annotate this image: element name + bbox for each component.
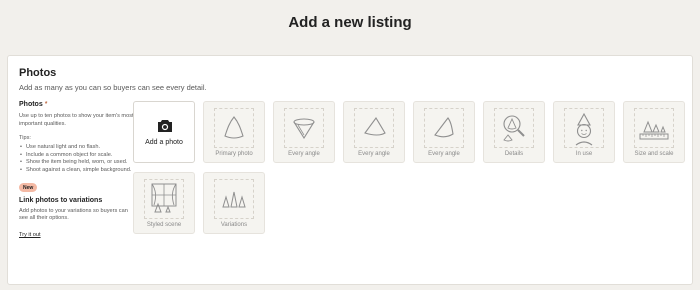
try-it-out-link[interactable]: Try it out [19,232,41,238]
person-icon [575,112,593,146]
slot-label: Size and scale [634,151,674,157]
section-title: Photos [19,67,57,79]
slot-label: Details [504,151,524,157]
tips-list: Use natural light and no flash. Include … [19,144,134,174]
slot-label: In use [575,151,593,157]
photo-slot-in-use[interactable]: In use [553,101,615,163]
photo-slot-styled-scene[interactable]: Styled scene [133,172,195,234]
photo-slot-every-angle-1[interactable]: Every angle [273,101,335,163]
photo-slot-details[interactable]: Details [483,101,545,163]
tip-item: Use natural light and no flash. [19,144,134,152]
tips-label: Tips: [19,135,31,142]
camera-icon [158,120,172,132]
slot-label: Styled scene [146,222,182,228]
new-badge: New [19,183,38,193]
add-photo-label: Add a photo [145,139,183,146]
photo-slot-size-and-scale[interactable]: Size and scale [623,101,685,163]
section-subtitle: Add as many as you can so buyers can see… [19,83,207,92]
photos-label: Photos * [19,101,134,108]
required-mark: * [44,101,48,108]
photo-slot-variations[interactable]: Variations [203,172,265,234]
slot-label: Every angle [358,151,390,157]
cone-side-icon [364,117,386,136]
variations-icon [222,191,246,208]
add-photo-button[interactable]: Add a photo [133,101,195,163]
tip-item: Show the item being held, worn, or used. [19,159,134,167]
tip-item: Shoot against a clean, simple background… [19,167,134,175]
photos-card: Photos Add as many as you can so buyers … [7,55,693,285]
photo-slot-primary[interactable]: Primary photo [203,101,265,163]
ruler-icon [639,120,669,140]
photos-help-column: Photos * Use up to ten photos to show yo… [19,101,134,241]
slot-label: Every angle [428,151,460,157]
slot-label: Variations [220,222,248,228]
photos-label-text: Photos [19,101,43,108]
link-variations-title: Link photos to variations [19,196,103,204]
photo-slot-every-angle-2[interactable]: Every angle [343,101,405,163]
cone-back-icon [434,117,454,138]
cone-icon [224,116,244,139]
page-title: Add a new listing [288,14,412,31]
slot-label: Every angle [288,151,320,157]
photo-slot-every-angle-3[interactable]: Every angle [413,101,475,163]
link-variations-description: Add photos to your variations so buyers … [19,207,128,222]
slot-label: Primary photo [215,151,253,157]
window-scene-icon [151,183,177,213]
magnifier-icon [503,115,525,142]
tip-item: Include a common object for scale. [19,152,134,160]
photos-description: Use up to ten photos to show your item's… [19,113,134,127]
cone-top-icon [293,118,315,140]
